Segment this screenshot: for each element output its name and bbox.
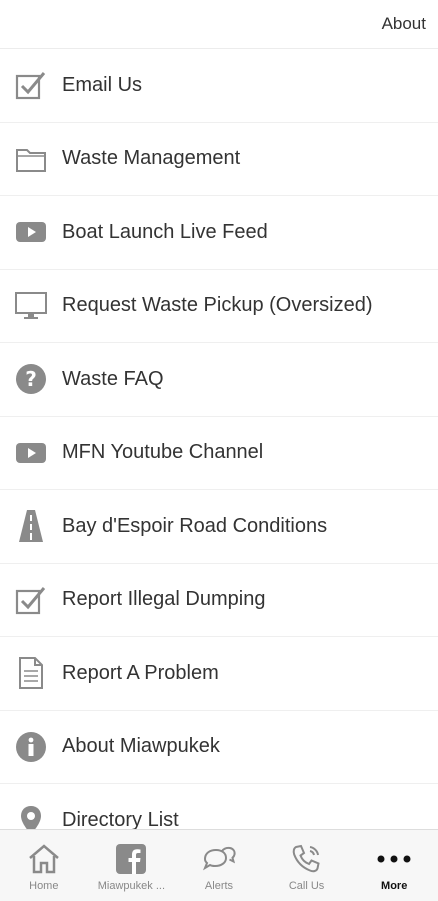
menu-item-road-conditions[interactable]: Bay d'Espoir Road Conditions — [0, 490, 438, 564]
top-header: About — [0, 0, 438, 49]
question-icon: ? — [14, 362, 48, 396]
tab-home[interactable]: Home — [0, 830, 88, 901]
bottom-tab-bar: Home Miawpukek ... Alerts Call Us More — [0, 829, 438, 901]
menu-item-boat-launch-live-feed[interactable]: Boat Launch Live Feed — [0, 196, 438, 270]
checkbox-icon — [14, 583, 48, 617]
document-icon — [14, 656, 48, 690]
tab-label: Miawpukek ... — [97, 880, 166, 892]
tab-facebook[interactable]: Miawpukek ... — [88, 830, 176, 901]
menu-item-label: MFN Youtube Channel — [62, 441, 264, 464]
menu-item-label: Waste Management — [62, 147, 241, 170]
menu-item-label: Request Waste Pickup (Oversized) — [62, 294, 373, 317]
video-play-icon — [14, 215, 48, 249]
menu-item-email-us[interactable]: Email Us — [0, 49, 438, 123]
menu-item-directory-list[interactable]: Directory List — [0, 784, 438, 829]
folder-icon — [14, 142, 48, 176]
tab-call-us[interactable]: Call Us — [263, 830, 351, 901]
video-play-icon — [14, 436, 48, 470]
chat-bubbles-icon — [201, 842, 237, 876]
more-menu-list: Email Us Waste Management Boat Launch Li… — [0, 49, 438, 829]
menu-item-label: Report Illegal Dumping — [62, 588, 266, 611]
menu-item-label: About Miawpukek — [62, 735, 220, 758]
more-dots-icon — [376, 842, 412, 876]
menu-item-report-a-problem[interactable]: Report A Problem — [0, 637, 438, 711]
monitor-icon — [14, 289, 48, 323]
road-icon — [14, 509, 48, 543]
menu-item-label: Directory List — [62, 808, 179, 829]
facebook-icon — [113, 842, 149, 876]
tab-label: Home — [29, 880, 59, 892]
menu-item-waste-management[interactable]: Waste Management — [0, 123, 438, 196]
menu-item-label: Report A Problem — [62, 661, 219, 684]
menu-item-mfn-youtube-channel[interactable]: MFN Youtube Channel — [0, 417, 438, 490]
menu-item-about-miawpukek[interactable]: About Miawpukek — [0, 711, 438, 784]
menu-item-label: Email Us — [62, 73, 143, 96]
tab-alerts[interactable]: Alerts — [175, 830, 263, 901]
map-pin-icon — [14, 803, 48, 829]
tab-label: Call Us — [288, 880, 325, 892]
tab-label: More — [381, 880, 408, 892]
menu-item-label: Boat Launch Live Feed — [62, 220, 268, 243]
tab-label: Alerts — [204, 880, 234, 892]
menu-item-waste-faq[interactable]: ? Waste FAQ — [0, 343, 438, 417]
info-icon — [14, 730, 48, 764]
menu-item-request-waste-pickup[interactable]: Request Waste Pickup (Oversized) — [0, 270, 438, 343]
phone-icon — [289, 842, 325, 876]
about-link[interactable]: About — [382, 14, 426, 34]
tab-more[interactable]: More — [350, 830, 438, 901]
menu-item-label: Bay d'Espoir Road Conditions — [62, 514, 328, 537]
checkbox-icon — [14, 68, 48, 102]
home-icon — [26, 842, 62, 876]
svg-text:?: ? — [25, 367, 37, 391]
menu-item-label: Waste FAQ — [62, 367, 164, 390]
menu-item-report-illegal-dumping[interactable]: Report Illegal Dumping — [0, 564, 438, 637]
